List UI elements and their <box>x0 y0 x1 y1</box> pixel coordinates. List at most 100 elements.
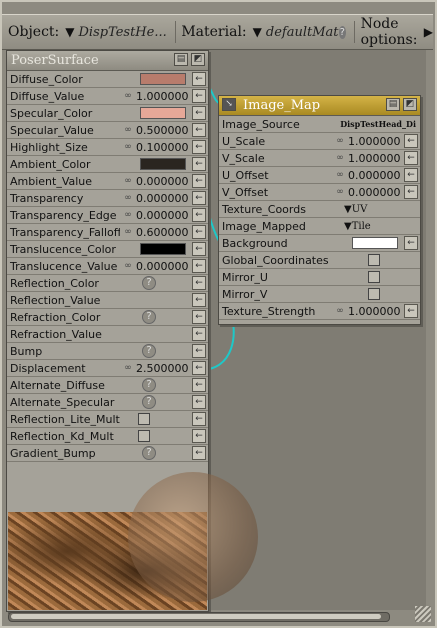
scrollbar-thumb[interactable] <box>11 614 381 619</box>
input-plug-icon[interactable]: ← <box>192 310 206 324</box>
node-output-plug-icon[interactable]: ↘ <box>222 98 236 111</box>
input-plug-icon[interactable]: ← <box>404 304 418 318</box>
input-plug-icon[interactable]: ← <box>404 151 418 165</box>
input-plug-icon[interactable]: ← <box>192 225 206 239</box>
property-row[interactable]: Reflection_Kd_Mult ← <box>7 428 208 445</box>
property-row[interactable]: Image_Source DispTestHead_Di <box>219 116 420 133</box>
color-swatch[interactable] <box>140 107 186 119</box>
node-options-arrow-icon[interactable]: ▶ <box>424 25 433 39</box>
property-value-dial[interactable]: 0.000000 <box>348 186 402 199</box>
property-value-dial[interactable]: 1.000000 <box>348 135 402 148</box>
checkbox[interactable] <box>368 288 380 300</box>
input-plug-icon[interactable]: ← <box>192 157 206 171</box>
property-row[interactable]: Refraction_Color? ← <box>7 309 208 326</box>
property-row[interactable]: Texture_Coords ▼UV <box>219 201 420 218</box>
property-row[interactable]: Transparency_Edge ∞ 0.000000 ← <box>7 207 208 224</box>
material-dropdown-arrow-icon[interactable]: ▼ <box>253 25 262 39</box>
link-chain-icon[interactable]: ∞ <box>120 210 136 220</box>
link-chain-icon[interactable]: ∞ <box>332 187 348 197</box>
image-source-field[interactable]: DispTestHead_Di <box>340 119 416 129</box>
property-value-dial[interactable]: 0.600000 <box>136 226 190 239</box>
poser-surface-node[interactable]: PoserSurface ▤ ◩ Diffuse_Color ← Diffuse_V… <box>6 50 258 612</box>
checkbox[interactable] <box>138 413 150 425</box>
property-row[interactable]: Ambient_Color ← <box>7 156 208 173</box>
input-plug-icon[interactable]: ← <box>192 361 206 375</box>
link-chain-icon[interactable]: ∞ <box>120 125 136 135</box>
property-value-dial[interactable]: 0.100000 <box>136 141 190 154</box>
property-row[interactable]: Ambient_Value ∞ 0.000000 ← <box>7 173 208 190</box>
input-plug-icon[interactable]: ← <box>404 134 418 148</box>
image-map-node[interactable]: ↘ Image_Map ▤ ◩ Image_Source DispTestHead… <box>218 95 421 325</box>
property-row[interactable]: Specular_Value ∞ 0.500000 ← <box>7 122 208 139</box>
property-value-dial[interactable]: 0.500000 <box>136 124 190 137</box>
input-plug-icon[interactable]: ← <box>192 412 206 426</box>
link-chain-icon[interactable]: ∞ <box>120 176 136 186</box>
link-chain-icon[interactable]: ∞ <box>120 142 136 152</box>
input-plug-icon[interactable]: ← <box>192 140 206 154</box>
property-row[interactable]: Alternate_Specular? ← <box>7 394 208 411</box>
collapse-icon[interactable]: ◩ <box>191 53 205 66</box>
color-swatch[interactable] <box>352 237 398 249</box>
property-row[interactable]: Specular_Color ← <box>7 105 208 122</box>
checkbox[interactable] <box>368 254 380 266</box>
property-row[interactable]: Mirror_U <box>219 269 420 286</box>
help-icon[interactable]: ? <box>142 378 156 392</box>
link-chain-icon[interactable]: ∞ <box>332 306 348 316</box>
object-select[interactable]: DispTestHe... <box>78 25 166 40</box>
input-plug-icon[interactable]: ← <box>192 446 206 460</box>
link-chain-icon[interactable]: ∞ <box>332 136 348 146</box>
input-plug-icon[interactable]: ← <box>192 191 206 205</box>
property-row[interactable]: V_Scale ∞ 1.000000 ← <box>219 150 420 167</box>
help-icon[interactable]: ? <box>142 446 156 460</box>
collapse-icon[interactable]: ◩ <box>403 98 417 111</box>
property-value-dial[interactable]: 1.000000 <box>348 305 402 318</box>
property-value-dial[interactable]: 1.000000 <box>136 90 190 103</box>
property-row[interactable]: Reflection_Color? ← <box>7 275 208 292</box>
input-plug-icon[interactable]: ← <box>192 72 206 86</box>
input-plug-icon[interactable]: ← <box>192 208 206 222</box>
property-row[interactable]: Gradient_Bump? ← <box>7 445 208 462</box>
property-row[interactable]: Translucence_Color ← <box>7 241 208 258</box>
property-value-dial[interactable]: 0.000000 <box>136 209 190 222</box>
input-plug-icon[interactable]: ← <box>192 106 206 120</box>
checkbox[interactable] <box>368 271 380 283</box>
property-row[interactable]: Reflection_Lite_Mult ← <box>7 411 208 428</box>
color-swatch[interactable] <box>140 158 186 170</box>
property-row[interactable]: U_Offset ∞ 0.000000 ← <box>219 167 420 184</box>
link-chain-icon[interactable]: ∞ <box>332 153 348 163</box>
property-value-dial[interactable]: 1.000000 <box>348 152 402 165</box>
resize-grip-icon[interactable] <box>415 606 431 622</box>
input-plug-icon[interactable]: ← <box>192 378 206 392</box>
input-plug-icon[interactable]: ← <box>192 293 206 307</box>
image-map-title-bar[interactable]: ↘ Image_Map ▤ ◩ <box>219 96 420 116</box>
property-row[interactable]: Texture_Strength ∞ 1.000000 ← <box>219 303 420 320</box>
help-icon[interactable]: ? <box>142 395 156 409</box>
property-row[interactable]: Reflection_Value ← <box>7 292 208 309</box>
input-plug-icon[interactable]: ← <box>192 276 206 290</box>
property-row[interactable]: Diffuse_Value ∞ 1.000000 ← <box>7 88 208 105</box>
color-swatch[interactable] <box>140 243 186 255</box>
material-select[interactable]: defaultMat <box>266 25 339 40</box>
input-plug-icon[interactable]: ← <box>404 168 418 182</box>
property-row[interactable]: Refraction_Value ← <box>7 326 208 343</box>
property-row[interactable]: Transparency ∞ 0.000000 ← <box>7 190 208 207</box>
help-icon[interactable]: ? <box>142 276 156 290</box>
input-plug-icon[interactable]: ← <box>404 236 418 250</box>
input-plug-icon[interactable]: ← <box>192 242 206 256</box>
poser-surface-title-bar[interactable]: PoserSurface ▤ ◩ <box>7 51 208 71</box>
checkbox[interactable] <box>138 430 150 442</box>
help-icon[interactable]: ? <box>142 310 156 324</box>
link-chain-icon[interactable]: ∞ <box>120 193 136 203</box>
preview-toggle-icon[interactable]: ▤ <box>174 53 188 66</box>
link-chain-icon[interactable]: ∞ <box>332 170 348 180</box>
property-value-dial[interactable]: 0.000000 <box>136 175 190 188</box>
property-row[interactable]: Background ← <box>219 235 420 252</box>
link-chain-icon[interactable]: ∞ <box>120 261 136 271</box>
input-plug-icon[interactable]: ← <box>192 259 206 273</box>
object-dropdown-arrow-icon[interactable]: ▼ <box>65 25 74 39</box>
preview-toggle-icon[interactable]: ▤ <box>386 98 400 111</box>
input-plug-icon[interactable]: ← <box>192 123 206 137</box>
property-value-dial[interactable]: 0.000000 <box>136 192 190 205</box>
input-plug-icon[interactable]: ← <box>192 395 206 409</box>
property-row[interactable]: U_Scale ∞ 1.000000 ← <box>219 133 420 150</box>
